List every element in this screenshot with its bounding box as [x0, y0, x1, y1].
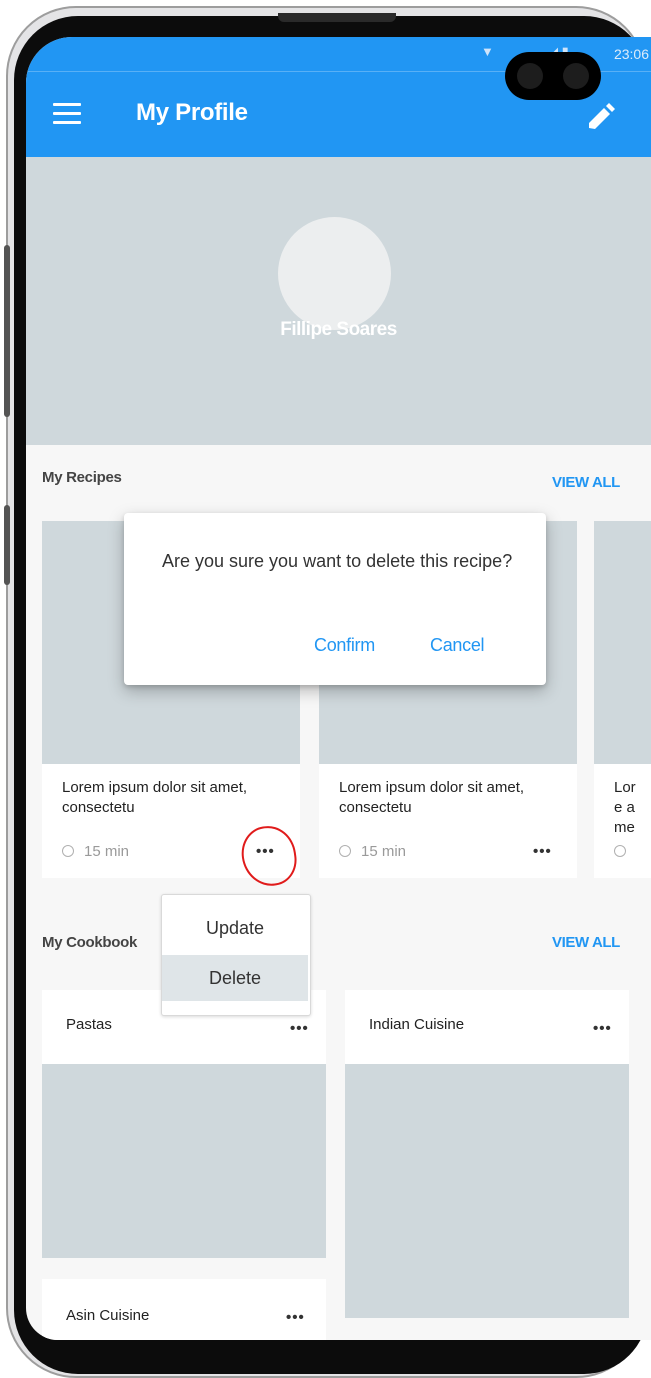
speaker-grille	[278, 13, 396, 22]
recipe-time-label: 15 min	[361, 843, 407, 860]
camera-lens	[563, 63, 589, 89]
recipe-description: Lorem ipsum dolor sit amet, consectetu	[339, 779, 525, 816]
cookbook-title: Indian Cuisine	[369, 1016, 465, 1033]
recipe-time: 15 min	[62, 843, 129, 860]
cookbook-image	[345, 1064, 629, 1318]
delete-confirm-dialog: Are you sure you want to delete this rec…	[124, 513, 546, 685]
hamburger-menu-icon[interactable]	[53, 103, 81, 125]
phone-screen: ▼ ◢ ▮ 23:06 My Profile Fillipe Soares My…	[26, 37, 651, 1340]
recipe-context-menu: Update Delete	[161, 894, 311, 1016]
recipe-description: Lorem ipsum dolor sit amet, consectetu	[62, 779, 248, 816]
volume-button	[4, 245, 10, 417]
confirm-button[interactable]: Confirm	[314, 635, 375, 656]
edit-pencil-icon[interactable]	[583, 101, 617, 135]
cookbook-card[interactable]: Indian Cuisine •••	[345, 990, 629, 1318]
cookbooks-view-all-link[interactable]: VIEW ALL	[552, 934, 620, 951]
cookbook-card[interactable]: Pastas •••	[42, 990, 326, 1258]
wifi-icon: ▼	[481, 44, 494, 59]
clock-icon	[339, 845, 351, 857]
power-button	[4, 505, 10, 585]
recipe-time	[614, 843, 636, 860]
my-recipes-title: My Recipes	[42, 469, 122, 486]
menu-item-update[interactable]: Update	[162, 905, 308, 951]
recipe-image	[594, 521, 651, 764]
more-options-icon[interactable]: •••	[593, 1020, 612, 1037]
more-options-icon[interactable]: •••	[533, 843, 552, 860]
cookbook-image	[42, 1064, 326, 1258]
avatar[interactable]	[278, 217, 391, 330]
dialog-message: Are you sure you want to delete this rec…	[162, 551, 513, 571]
cookbook-card[interactable]: Asin Cuisine •••	[42, 1279, 326, 1340]
clock-icon	[62, 845, 74, 857]
menu-item-delete[interactable]: Delete	[162, 955, 308, 1001]
camera-lens	[517, 63, 543, 89]
status-time: 23:06	[613, 46, 649, 62]
more-options-icon[interactable]: •••	[256, 843, 275, 860]
page-title: My Profile	[136, 99, 248, 126]
recipes-view-all-link[interactable]: VIEW ALL	[552, 474, 620, 491]
cookbook-title: Pastas	[66, 1016, 112, 1033]
more-options-icon[interactable]: •••	[290, 1020, 309, 1037]
more-options-icon[interactable]: •••	[286, 1309, 305, 1326]
front-camera	[505, 52, 601, 100]
profile-header: Fillipe Soares	[26, 157, 651, 445]
profile-name: Fillipe Soares	[280, 319, 397, 340]
recipe-description: Lore ame	[614, 779, 636, 836]
recipe-time: 15 min	[339, 843, 406, 860]
clock-icon	[614, 845, 626, 857]
cookbook-title: Asin Cuisine	[66, 1307, 150, 1324]
recipe-time-label: 15 min	[84, 843, 130, 860]
recipe-card[interactable]: Lore ame	[594, 521, 651, 878]
my-cookbooks-title: My Cookbook	[42, 934, 138, 951]
cancel-button[interactable]: Cancel	[430, 635, 485, 656]
